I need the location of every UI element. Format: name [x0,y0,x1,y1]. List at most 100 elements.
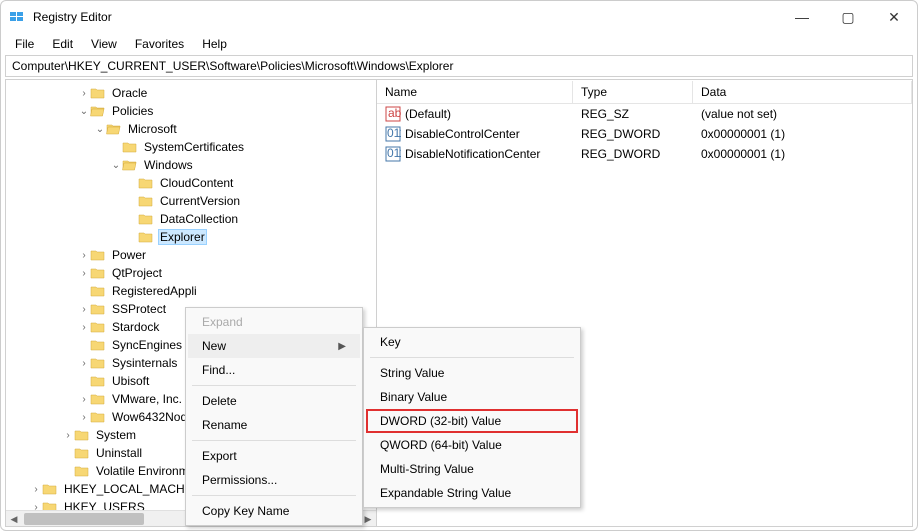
folder-icon [90,338,106,352]
menu-item-delete[interactable]: Delete [188,389,360,413]
context-submenu-new: Key String Value Binary Value DWORD (32-bit… [363,327,581,508]
menu-item-dword-32-bit-value[interactable]: DWORD (32-bit) Value [366,409,578,433]
tree-node-oracle[interactable]: ›Oracle [6,84,376,102]
folder-icon [90,320,106,334]
tree-node-qtproject[interactable]: ›QtProject [6,264,376,282]
menu-item-qword-64-bit-value[interactable]: QWORD (64-bit) Value [366,433,578,457]
menu-separator [370,357,574,358]
menu-item-label: Copy Key Name [202,504,289,518]
column-type[interactable]: Type [573,81,693,103]
tree-node-datacollection[interactable]: DataCollection [6,210,376,228]
menu-item-export[interactable]: Export [188,444,360,468]
menu-item-label: Export [202,449,237,463]
menu-item-label: Rename [202,418,247,432]
menu-favorites[interactable]: Favorites [127,35,192,53]
value-row[interactable]: DisableNotificationCenterREG_DWORD0x0000… [377,144,912,164]
chevron-right-icon[interactable]: › [78,250,90,261]
folder-icon [42,482,58,496]
chevron-right-icon[interactable]: › [78,88,90,99]
context-menu: Expand New ▶ Find... Delete Rename Export Permi… [185,307,363,526]
tree-node-microsoft[interactable]: ⌄Microsoft [6,120,376,138]
folder-icon [138,230,154,244]
value-row[interactable]: DisableControlCenterREG_DWORD0x00000001 … [377,124,912,144]
menu-item-expandable-string-value[interactable]: Expandable String Value [366,481,578,505]
tree-node-power[interactable]: › Power [6,246,376,264]
menu-help[interactable]: Help [194,35,235,53]
app-icon [9,9,25,25]
menu-file[interactable]: File [7,35,42,53]
chevron-right-icon[interactable]: › [78,394,90,405]
folder-icon [74,464,90,478]
folder-open-icon [122,158,138,172]
tree-node-label: Windows [142,158,195,172]
menu-item-key[interactable]: Key [366,330,578,354]
menu-item-label: Binary Value [380,390,447,404]
dword-value-icon [385,126,401,142]
menu-item-label: Multi-String Value [380,462,474,476]
menu-item-rename[interactable]: Rename [188,413,360,437]
menu-item-new[interactable]: New ▶ [188,334,360,358]
menu-item-expand: Expand [188,310,360,334]
value-name: (Default) [405,107,451,121]
chevron-right-icon[interactable]: › [78,304,90,315]
menu-item-permissions[interactable]: Permissions... [188,468,360,492]
chevron-right-icon[interactable]: › [30,484,42,495]
chevron-down-icon[interactable]: ⌄ [94,124,106,135]
minimize-button[interactable]: — [779,2,825,32]
maximize-button[interactable]: ▢ [825,2,871,32]
folder-icon [138,176,154,190]
window-title: Registry Editor [33,10,779,24]
tree-node-label: Wow6432Node [110,410,196,424]
scroll-thumb[interactable] [24,513,144,525]
menu-edit[interactable]: Edit [44,35,81,53]
chevron-right-icon[interactable]: › [78,322,90,333]
folder-icon [90,86,106,100]
folder-icon [90,410,106,424]
column-name[interactable]: Name [377,81,573,103]
menu-view[interactable]: View [83,35,125,53]
tree-node-currentversion[interactable]: CurrentVersion [6,192,376,210]
scroll-left-icon[interactable]: ◀ [6,511,22,527]
menu-item-find[interactable]: Find... [188,358,360,382]
menu-item-binary-value[interactable]: Binary Value [366,385,578,409]
value-type: REG_DWORD [573,127,693,141]
menu-item-label: QWORD (64-bit) Value [380,438,502,452]
value-row[interactable]: (Default)REG_SZ(value not set) [377,104,912,124]
value-name: DisableNotificationCenter [405,147,540,161]
folder-icon [90,266,106,280]
menu-item-copy-key-name[interactable]: Copy Key Name [188,499,360,523]
menu-item-label: New [202,339,226,353]
tree-node-label: Power [110,248,148,262]
tree-node-label: SyncEngines [110,338,184,352]
main-container: ›Oracle⌄Policies⌄Microsoft SystemCertific… [5,79,913,527]
folder-icon [74,428,90,442]
value-list[interactable]: (Default)REG_SZ(value not set)DisableCon… [377,104,912,164]
menu-item-multi-string-value[interactable]: Multi-String Value [366,457,578,481]
chevron-down-icon[interactable]: ⌄ [110,160,122,171]
tree-node-label: Sysinternals [110,356,179,370]
chevron-right-icon[interactable]: › [62,430,74,441]
address-path: Computer\HKEY_CURRENT_USER\Software\Poli… [12,59,453,73]
chevron-right-icon[interactable]: › [78,268,90,279]
menu-item-label: Delete [202,394,237,408]
chevron-down-icon[interactable]: ⌄ [78,106,90,117]
tree-node-registeredappli[interactable]: RegisteredAppli [6,282,376,300]
value-data: 0x00000001 (1) [693,127,912,141]
tree-node-label: SSProtect [110,302,168,316]
menu-item-label: Expand [202,315,243,329]
close-button[interactable]: ✕ [871,2,917,32]
tree-node-label: SystemCertificates [142,140,246,154]
tree-node-windows[interactable]: ⌄ Windows [6,156,376,174]
address-bar[interactable]: Computer\HKEY_CURRENT_USER\Software\Poli… [5,55,913,77]
tree-node-explorer[interactable]: Explorer [6,228,376,246]
column-data[interactable]: Data [693,81,912,103]
tree-node-cloudcontent[interactable]: CloudContent [6,174,376,192]
tree-node-systemcertificates[interactable]: SystemCertificates [6,138,376,156]
menu-item-string-value[interactable]: String Value [366,361,578,385]
submenu-arrow-icon: ▶ [338,341,346,352]
tree-node-policies[interactable]: ⌄Policies [6,102,376,120]
chevron-right-icon[interactable]: › [78,358,90,369]
titlebar: Registry Editor — ▢ ✕ [1,1,917,33]
tree-node-label: RegisteredAppli [110,284,199,298]
chevron-right-icon[interactable]: › [78,412,90,423]
